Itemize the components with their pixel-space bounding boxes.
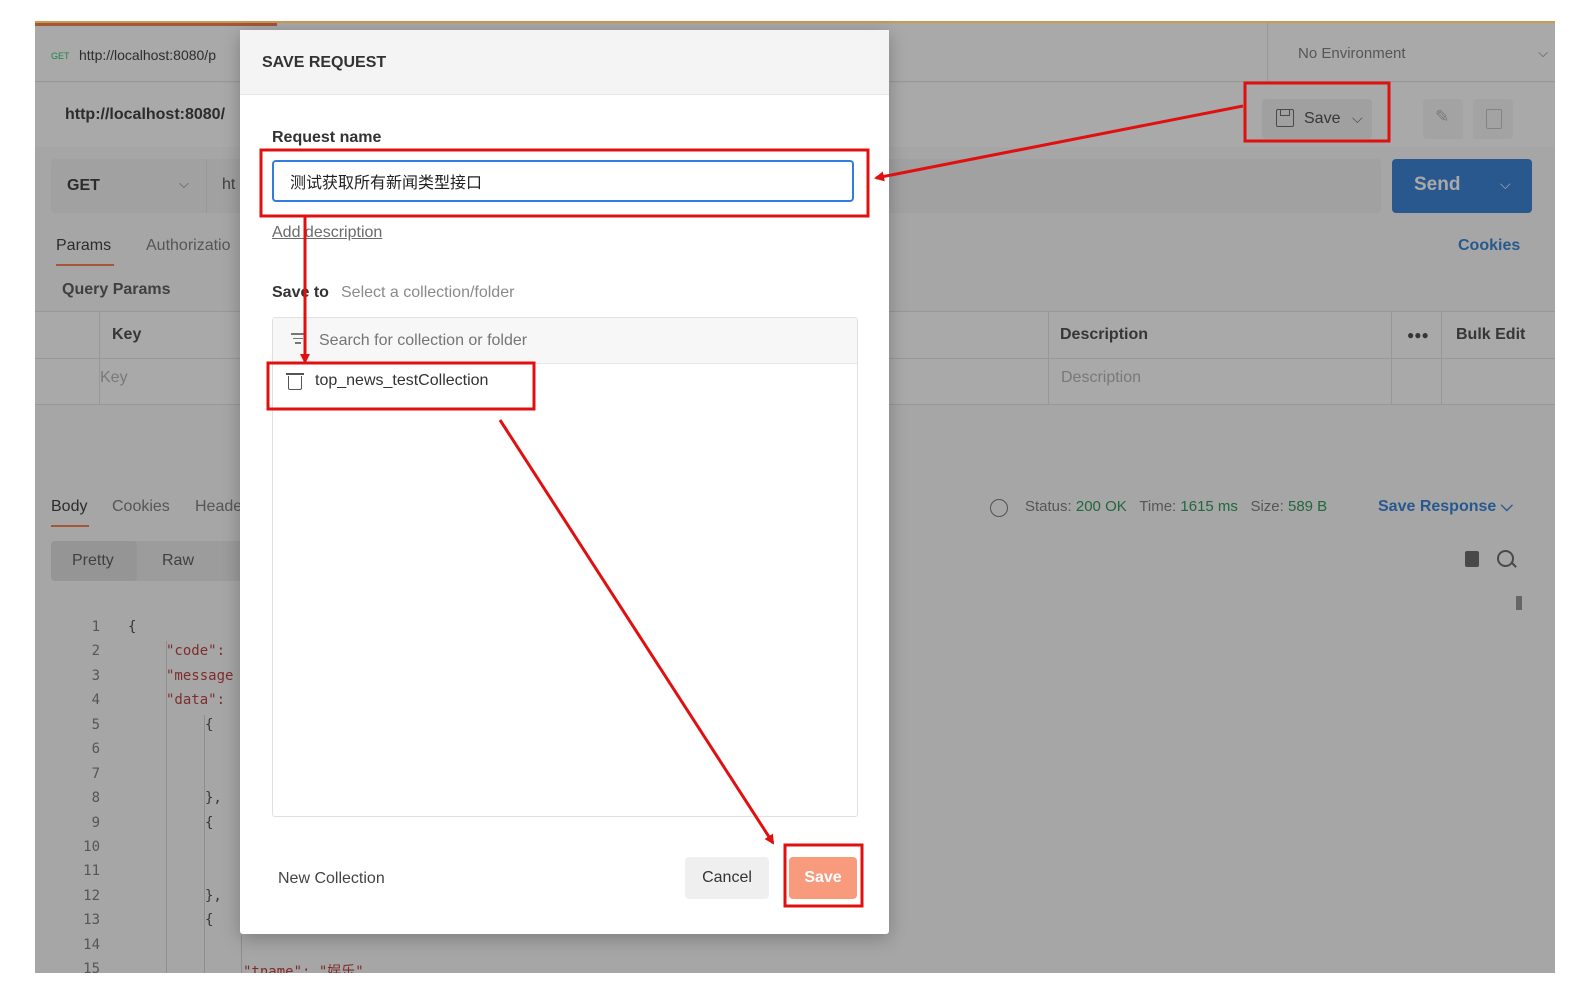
new-collection-button[interactable]: New Collection — [278, 870, 385, 888]
dialog-title: SAVE REQUEST — [262, 54, 387, 71]
collection-item[interactable]: top_news_testCollection — [273, 364, 857, 400]
save-request-dialog: SAVE REQUEST Request name Add descriptio… — [240, 30, 889, 934]
request-name-input[interactable] — [272, 160, 854, 202]
dialog-header: SAVE REQUEST — [240, 30, 889, 95]
request-name-label: Request name — [272, 129, 382, 146]
save-to-label: Save to — [272, 284, 329, 301]
collection-name: top_news_testCollection — [315, 372, 489, 389]
collection-search-input[interactable] — [317, 328, 841, 354]
cancel-button[interactable]: Cancel — [685, 857, 769, 899]
collection-icon — [286, 373, 304, 390]
collection-search-bar — [273, 318, 857, 364]
filter-icon — [291, 333, 305, 346]
save-to-value: Select a collection/folder — [341, 284, 515, 301]
dialog-save-button[interactable]: Save — [789, 857, 857, 899]
collection-list: top_news_testCollection — [272, 317, 858, 817]
add-description-link[interactable]: Add description — [272, 224, 382, 242]
